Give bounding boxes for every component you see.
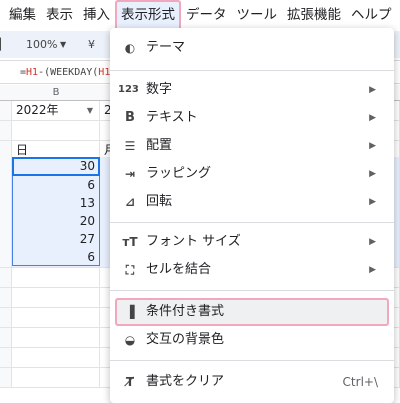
menu-help[interactable]: ヘルプ xyxy=(346,0,397,31)
menu-item-clear-format[interactable]: T̸ 書式をクリア Ctrl+\ xyxy=(110,368,394,396)
submenu-arrow-icon: ▶ xyxy=(369,169,376,179)
chevron-down-icon[interactable]: ▼ xyxy=(87,101,93,120)
menu-edit[interactable]: 編集 xyxy=(0,0,41,31)
currency-button[interactable]: ¥ xyxy=(88,38,95,51)
menu-item-text[interactable]: B テキスト ▶ xyxy=(110,104,394,132)
menu-item-number[interactable]: 123 数字 ▶ xyxy=(110,76,394,104)
menu-divider xyxy=(110,290,394,291)
menu-item-label: テキスト xyxy=(146,110,198,125)
menu-item-label: フォント サイズ xyxy=(146,234,241,249)
menu-tools[interactable]: ツール xyxy=(232,0,283,31)
menu-divider xyxy=(110,222,394,223)
submenu-arrow-icon: ▶ xyxy=(369,237,376,247)
year-value: 2022年 xyxy=(16,103,59,117)
clear-format-icon: T̸ xyxy=(125,375,135,389)
date-cell[interactable]: 30 xyxy=(12,157,100,177)
date-cell[interactable]: 6 xyxy=(12,248,100,268)
paint-roller-icon: ▐ xyxy=(125,305,135,319)
text-rotate-icon: ⊿ xyxy=(124,195,136,209)
date-cell[interactable]: 20 xyxy=(12,212,100,232)
row-header[interactable] xyxy=(0,212,12,232)
formula-mid: -(WEEKDAY( xyxy=(38,67,99,78)
menu-item-wrap[interactable]: ⇥ ラッピング ▶ xyxy=(110,160,394,188)
menu-data[interactable]: データ xyxy=(181,0,232,31)
row-header[interactable] xyxy=(0,176,12,196)
cell[interactable] xyxy=(12,328,100,348)
fill-drop-icon: ◒ xyxy=(124,333,136,347)
row-header[interactable] xyxy=(0,308,12,328)
cell[interactable] xyxy=(12,308,100,328)
menu-insert[interactable]: 挿入 xyxy=(78,0,115,31)
menu-item-label: テーマ xyxy=(146,40,186,55)
menu-item-label: セルを結合 xyxy=(146,262,212,277)
cell[interactable] xyxy=(12,368,100,388)
menu-item-rotate[interactable]: ⊿ 回転 ▶ xyxy=(110,188,394,216)
row-header[interactable] xyxy=(0,230,12,250)
menu-item-merge[interactable]: ⛶ セルを結合 ▶ xyxy=(110,256,394,284)
menu-divider xyxy=(110,70,394,71)
cell[interactable] xyxy=(12,121,100,141)
menu-format[interactable]: 表示形式 xyxy=(115,0,181,31)
submenu-arrow-icon: ▶ xyxy=(369,141,376,151)
merge-cells-icon: ⛶ xyxy=(125,263,135,277)
menu-item-label: ラッピング xyxy=(146,166,212,181)
align-left-icon: ☰ xyxy=(124,139,136,153)
menu-item-label: 配置 xyxy=(146,138,173,153)
date-cell[interactable]: 27 xyxy=(12,230,100,250)
date-cell[interactable]: 13 xyxy=(12,194,100,214)
cell[interactable] xyxy=(12,288,100,308)
menu-extensions[interactable]: 拡張機能 xyxy=(282,0,346,31)
menu-item-label: 回転 xyxy=(146,194,173,209)
menubar: 編集 表示 挿入 表示形式 データ ツール 拡張機能 ヘルプ 最 xyxy=(0,0,400,31)
cell[interactable] xyxy=(12,268,100,288)
row-header[interactable] xyxy=(0,268,12,288)
submenu-arrow-icon: ▶ xyxy=(369,197,376,207)
bold-icon: B xyxy=(125,110,135,125)
menu-item-alternating-colors[interactable]: ◒ 交互の背景色 xyxy=(110,326,394,354)
palette-icon: ◐ xyxy=(124,41,136,55)
menu-item-label: 数字 xyxy=(146,82,173,97)
font-size-icon: тT xyxy=(122,235,138,249)
menu-item-theme[interactable]: ◐ テーマ xyxy=(110,34,394,62)
menu-last-truncated[interactable]: 最 xyxy=(397,0,400,31)
row-header[interactable] xyxy=(0,248,12,268)
submenu-arrow-icon: ▶ xyxy=(369,113,376,123)
row-header[interactable] xyxy=(0,288,12,308)
row-header[interactable] xyxy=(0,157,12,177)
menu-item-label: 交互の背景色 xyxy=(146,332,225,347)
zoom-select[interactable]: 100% xyxy=(26,38,57,51)
menu-item-label: 条件付き書式 xyxy=(146,304,225,319)
format-menu: ◐ テーマ 123 数字 ▶ B テキスト ▶ ☰ 配置 ▶ ⇥ ラッピング ▶… xyxy=(110,28,394,403)
row-header[interactable] xyxy=(0,194,12,214)
chevron-down-icon[interactable]: ▼ xyxy=(60,40,66,49)
menu-item-label: 書式をクリア xyxy=(146,374,225,389)
toolbar-divider: ▏ xyxy=(0,38,9,51)
menu-item-font-size[interactable]: тT フォント サイズ ▶ xyxy=(110,228,394,256)
submenu-arrow-icon: ▶ xyxy=(369,265,376,275)
menu-view[interactable]: 表示 xyxy=(41,0,78,31)
cell[interactable] xyxy=(12,348,100,368)
row-header[interactable] xyxy=(0,328,12,348)
date-cell[interactable]: 6 xyxy=(12,176,100,196)
formula-ref: H1 xyxy=(98,67,111,78)
formula-ref: H1 xyxy=(26,67,39,78)
row-header[interactable] xyxy=(0,101,12,121)
number-format-icon: 123 xyxy=(118,84,139,95)
row-header[interactable] xyxy=(0,121,12,141)
text-wrap-icon: ⇥ xyxy=(124,167,136,181)
menu-item-align[interactable]: ☰ 配置 ▶ xyxy=(110,132,394,160)
row-header[interactable] xyxy=(0,368,12,388)
column-header-b[interactable]: B xyxy=(12,85,101,101)
menu-divider xyxy=(110,360,394,361)
submenu-arrow-icon: ▶ xyxy=(369,85,376,95)
year-cell[interactable]: 2022年 ▼ xyxy=(12,101,100,121)
menu-item-conditional-format[interactable]: ▐ 条件付き書式 xyxy=(115,298,389,326)
shortcut-label: Ctrl+\ xyxy=(342,375,378,389)
row-header[interactable] xyxy=(0,348,12,368)
